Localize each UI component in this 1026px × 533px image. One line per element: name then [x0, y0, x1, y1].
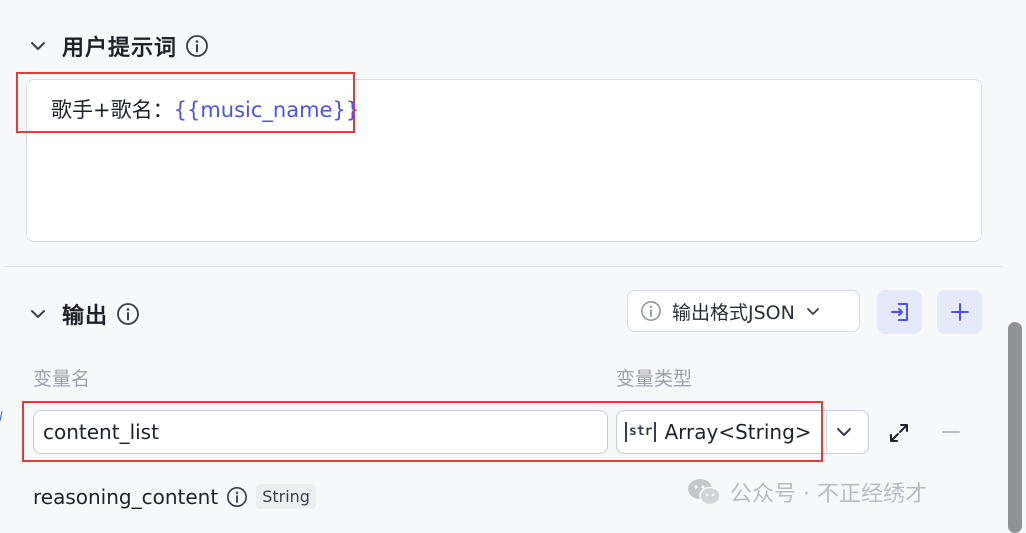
expand-icon[interactable]	[887, 421, 911, 449]
column-header-name: 变量名	[33, 368, 91, 390]
chevron-down-icon[interactable]	[28, 36, 48, 56]
import-icon	[888, 300, 912, 324]
scrollbar-thumb[interactable]	[1008, 322, 1022, 533]
add-variable-button[interactable]	[937, 290, 982, 334]
chevron-down-icon[interactable]	[28, 304, 48, 324]
drag-indicator	[0, 406, 3, 422]
highlight-box-prompt	[16, 72, 355, 133]
import-button[interactable]	[877, 290, 922, 334]
info-icon[interactable]	[116, 302, 140, 326]
minus-icon[interactable]	[940, 421, 962, 447]
prompt-section-header[interactable]: 用户提示词	[28, 30, 209, 62]
watermark: 公众号 · 不正经绣才	[686, 476, 927, 508]
node-config-panel: 用户提示词 歌手+歌名：{{music_name}} 输出 输出格式JSON 变…	[0, 0, 1006, 533]
chevron-down-icon	[805, 303, 821, 319]
select-divider	[826, 411, 827, 453]
plus-icon	[949, 301, 971, 323]
highlight-box-output-row	[22, 401, 823, 462]
output-format-label: 输出格式JSON	[672, 301, 795, 324]
chevron-down-icon[interactable]	[833, 421, 855, 447]
type-badge: String	[256, 484, 316, 509]
column-header-type: 变量类型	[616, 368, 693, 390]
section-divider	[4, 266, 1003, 267]
info-icon	[640, 300, 662, 322]
watermark-text: 公众号 · 不正经绣才	[730, 482, 927, 507]
output-section-header[interactable]: 输出	[28, 298, 140, 330]
prompt-section-title: 用户提示词	[62, 36, 178, 61]
list-item: reasoning_content String	[33, 484, 316, 509]
output-format-select[interactable]: 输出格式JSON	[627, 290, 860, 332]
info-icon[interactable]	[185, 34, 209, 58]
variable-name-text: reasoning_content	[33, 484, 219, 509]
info-icon[interactable]	[226, 486, 248, 508]
wechat-icon	[686, 477, 722, 507]
output-section-title: 输出	[62, 304, 109, 329]
